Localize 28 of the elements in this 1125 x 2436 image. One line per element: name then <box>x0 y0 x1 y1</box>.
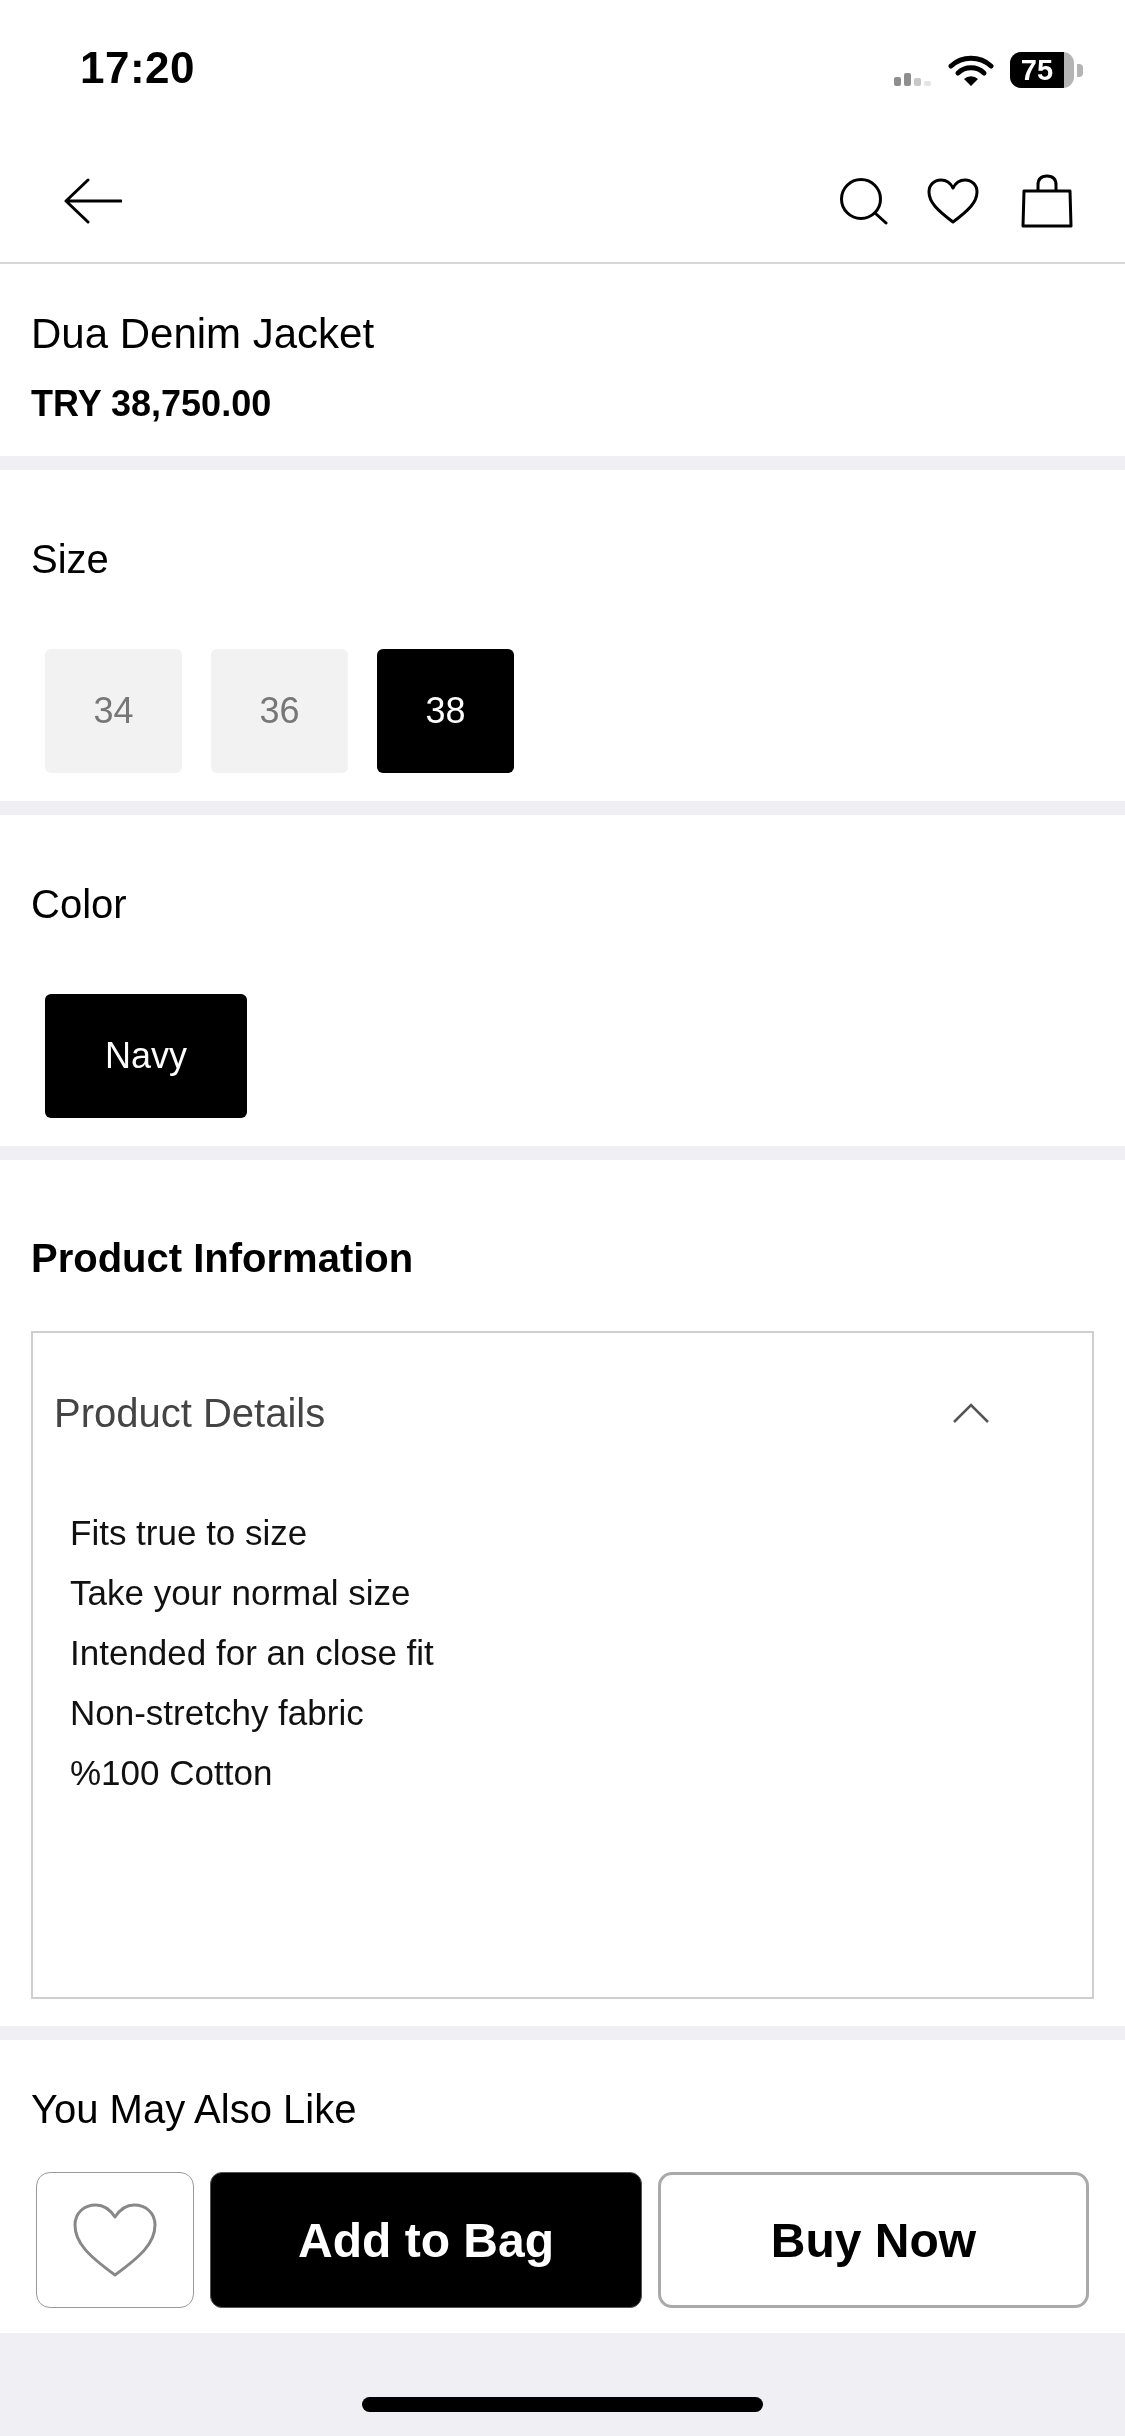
detail-line: Take your normal size <box>70 1572 412 1614</box>
size-option[interactable]: 38 <box>377 649 514 773</box>
shopping-bag-icon[interactable] <box>1021 174 1073 228</box>
product-name: Dua Denim Jacket <box>31 309 376 359</box>
favorite-button[interactable] <box>36 2172 194 2308</box>
heart-icon <box>73 2203 157 2277</box>
size-label: Size <box>31 536 110 583</box>
wifi-icon <box>948 54 994 86</box>
status-time: 17:20 <box>80 42 196 94</box>
detail-line: Fits true to size <box>70 1512 309 1554</box>
color-option[interactable]: Navy <box>45 994 247 1118</box>
section-heading: You May Also Like <box>31 2086 358 2133</box>
battery-indicator: 75 <box>1010 52 1083 88</box>
section-heading: Product Information <box>31 1235 415 1282</box>
back-arrow-icon[interactable] <box>64 178 122 224</box>
chevron-up-icon[interactable] <box>952 1402 990 1424</box>
detail-line: Non-stretchy fabric <box>70 1692 365 1734</box>
detail-line: Intended for an close fit <box>70 1632 435 1674</box>
buy-now-button[interactable]: Buy Now <box>658 2172 1089 2308</box>
add-to-bag-button[interactable]: Add to Bag <box>210 2172 642 2308</box>
accordion-title[interactable]: Product Details <box>54 1389 326 1437</box>
size-option[interactable]: 34 <box>45 649 182 773</box>
product-price: TRY 38,750.00 <box>31 382 273 426</box>
color-label: Color <box>31 881 128 928</box>
search-icon[interactable] <box>839 177 889 225</box>
detail-line: %100 Cotton <box>70 1752 274 1794</box>
heart-icon[interactable] <box>927 178 979 224</box>
size-option[interactable]: 36 <box>211 649 348 773</box>
